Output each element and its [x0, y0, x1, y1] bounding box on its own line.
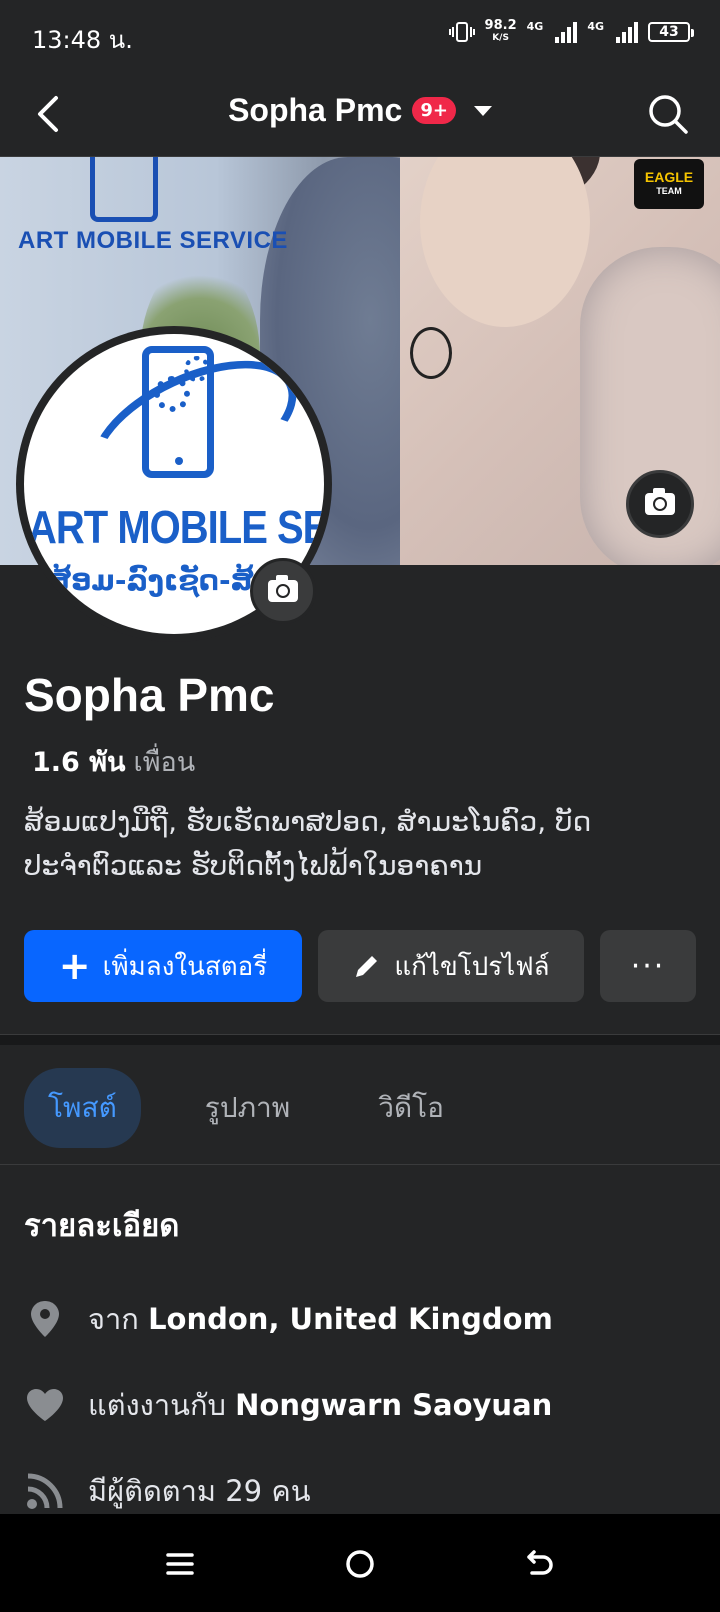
battery-icon: 43	[648, 22, 694, 42]
tab-videos[interactable]: วิดีโอ	[354, 1068, 468, 1148]
status-icons: 98.2 K/S 4G 4G 43	[448, 18, 694, 44]
vibrate-icon	[448, 22, 475, 42]
detail-location: จาก London, United Kingdom	[24, 1296, 553, 1342]
search-button[interactable]	[646, 92, 690, 136]
pencil-icon	[356, 956, 378, 977]
profile-switcher[interactable]: Sopha Pmc 9+	[0, 92, 720, 129]
signal-icon-2	[616, 21, 638, 43]
system-nav-bar	[0, 1514, 720, 1612]
heart-icon	[24, 1384, 66, 1426]
cover-logo-phone-icon	[90, 157, 158, 222]
add-to-story-button[interactable]: + เพิ่มลงในสตอรี่	[24, 930, 302, 1002]
detail-relationship: แต่งงานกับ Nongwarn Saoyuan	[24, 1382, 552, 1428]
camera-icon	[645, 488, 675, 515]
profile-actions: + เพิ่มลงในสตอรี่ แก้ไขโปรไฟล์ ···	[24, 930, 696, 1002]
gear-small-icon	[184, 356, 210, 382]
rss-feed-icon	[24, 1470, 66, 1512]
tab-posts[interactable]: โพสต์	[24, 1068, 141, 1148]
friends-number: 1.6 พัน	[32, 747, 126, 778]
net-speed: 98.2 K/S	[484, 18, 517, 43]
edit-cover-button[interactable]	[626, 470, 694, 538]
cover-brand-text: ART MOBILE SERVICE	[18, 227, 288, 254]
sim1-label: 4G	[526, 20, 544, 33]
home-button[interactable]	[338, 1542, 382, 1586]
tab-photos[interactable]: รูปภาพ	[181, 1068, 314, 1148]
status-bar: 13:48 น. 98.2 K/S 4G 4G 43	[0, 0, 720, 72]
friends-label: เพื่อน	[133, 747, 196, 778]
menu-icon	[166, 1553, 194, 1575]
status-time: 13:48 น.	[32, 26, 133, 54]
profile-name: Sopha Pmc	[24, 669, 275, 721]
tabs-divider	[0, 1164, 720, 1165]
cover-glasses	[410, 327, 452, 379]
chevron-down-icon	[473, 105, 492, 116]
section-divider	[0, 1034, 720, 1045]
more-options-button[interactable]: ···	[600, 930, 696, 1002]
plus-icon: +	[58, 944, 91, 988]
edit-profile-button[interactable]: แก้ไขโปรไฟล์	[318, 930, 584, 1002]
details-heading: รายละเอียด	[24, 1208, 180, 1244]
home-circle-icon	[346, 1550, 374, 1578]
recent-apps-button[interactable]	[158, 1542, 202, 1586]
sim2-label: 4G	[587, 20, 604, 33]
detail-followers: มีผู้ติดตาม 29 คน	[24, 1468, 311, 1514]
header-title: Sopha Pmc	[228, 92, 403, 128]
back-nav-icon	[527, 1550, 553, 1575]
location-pin-icon	[24, 1298, 66, 1340]
signal-icon-1	[555, 21, 578, 43]
back-nav-button[interactable]	[518, 1542, 562, 1586]
friends-count[interactable]: 1.6 พัน เพื่อน	[32, 740, 195, 783]
search-icon	[649, 95, 688, 134]
notification-badge: 9+	[412, 97, 456, 124]
avatar-brand-text: ART MOBILE SERVICE	[28, 502, 324, 554]
eagle-team-logo: EAGLE TEAM	[634, 159, 704, 209]
profile-bio: ສ້ອມແປງມືຖື, ຮັບເຮັດພາສປອດ, ສຳມະໂນຄົວ, ບ…	[24, 805, 592, 882]
top-app-bar: Sopha Pmc 9+	[0, 72, 720, 157]
profile-tabs: โพสต์ รูปภาพ วิดีโอ	[24, 1068, 468, 1148]
edit-profile-picture-button[interactable]	[250, 558, 316, 624]
gear-icon	[154, 376, 190, 412]
camera-icon	[268, 575, 298, 602]
